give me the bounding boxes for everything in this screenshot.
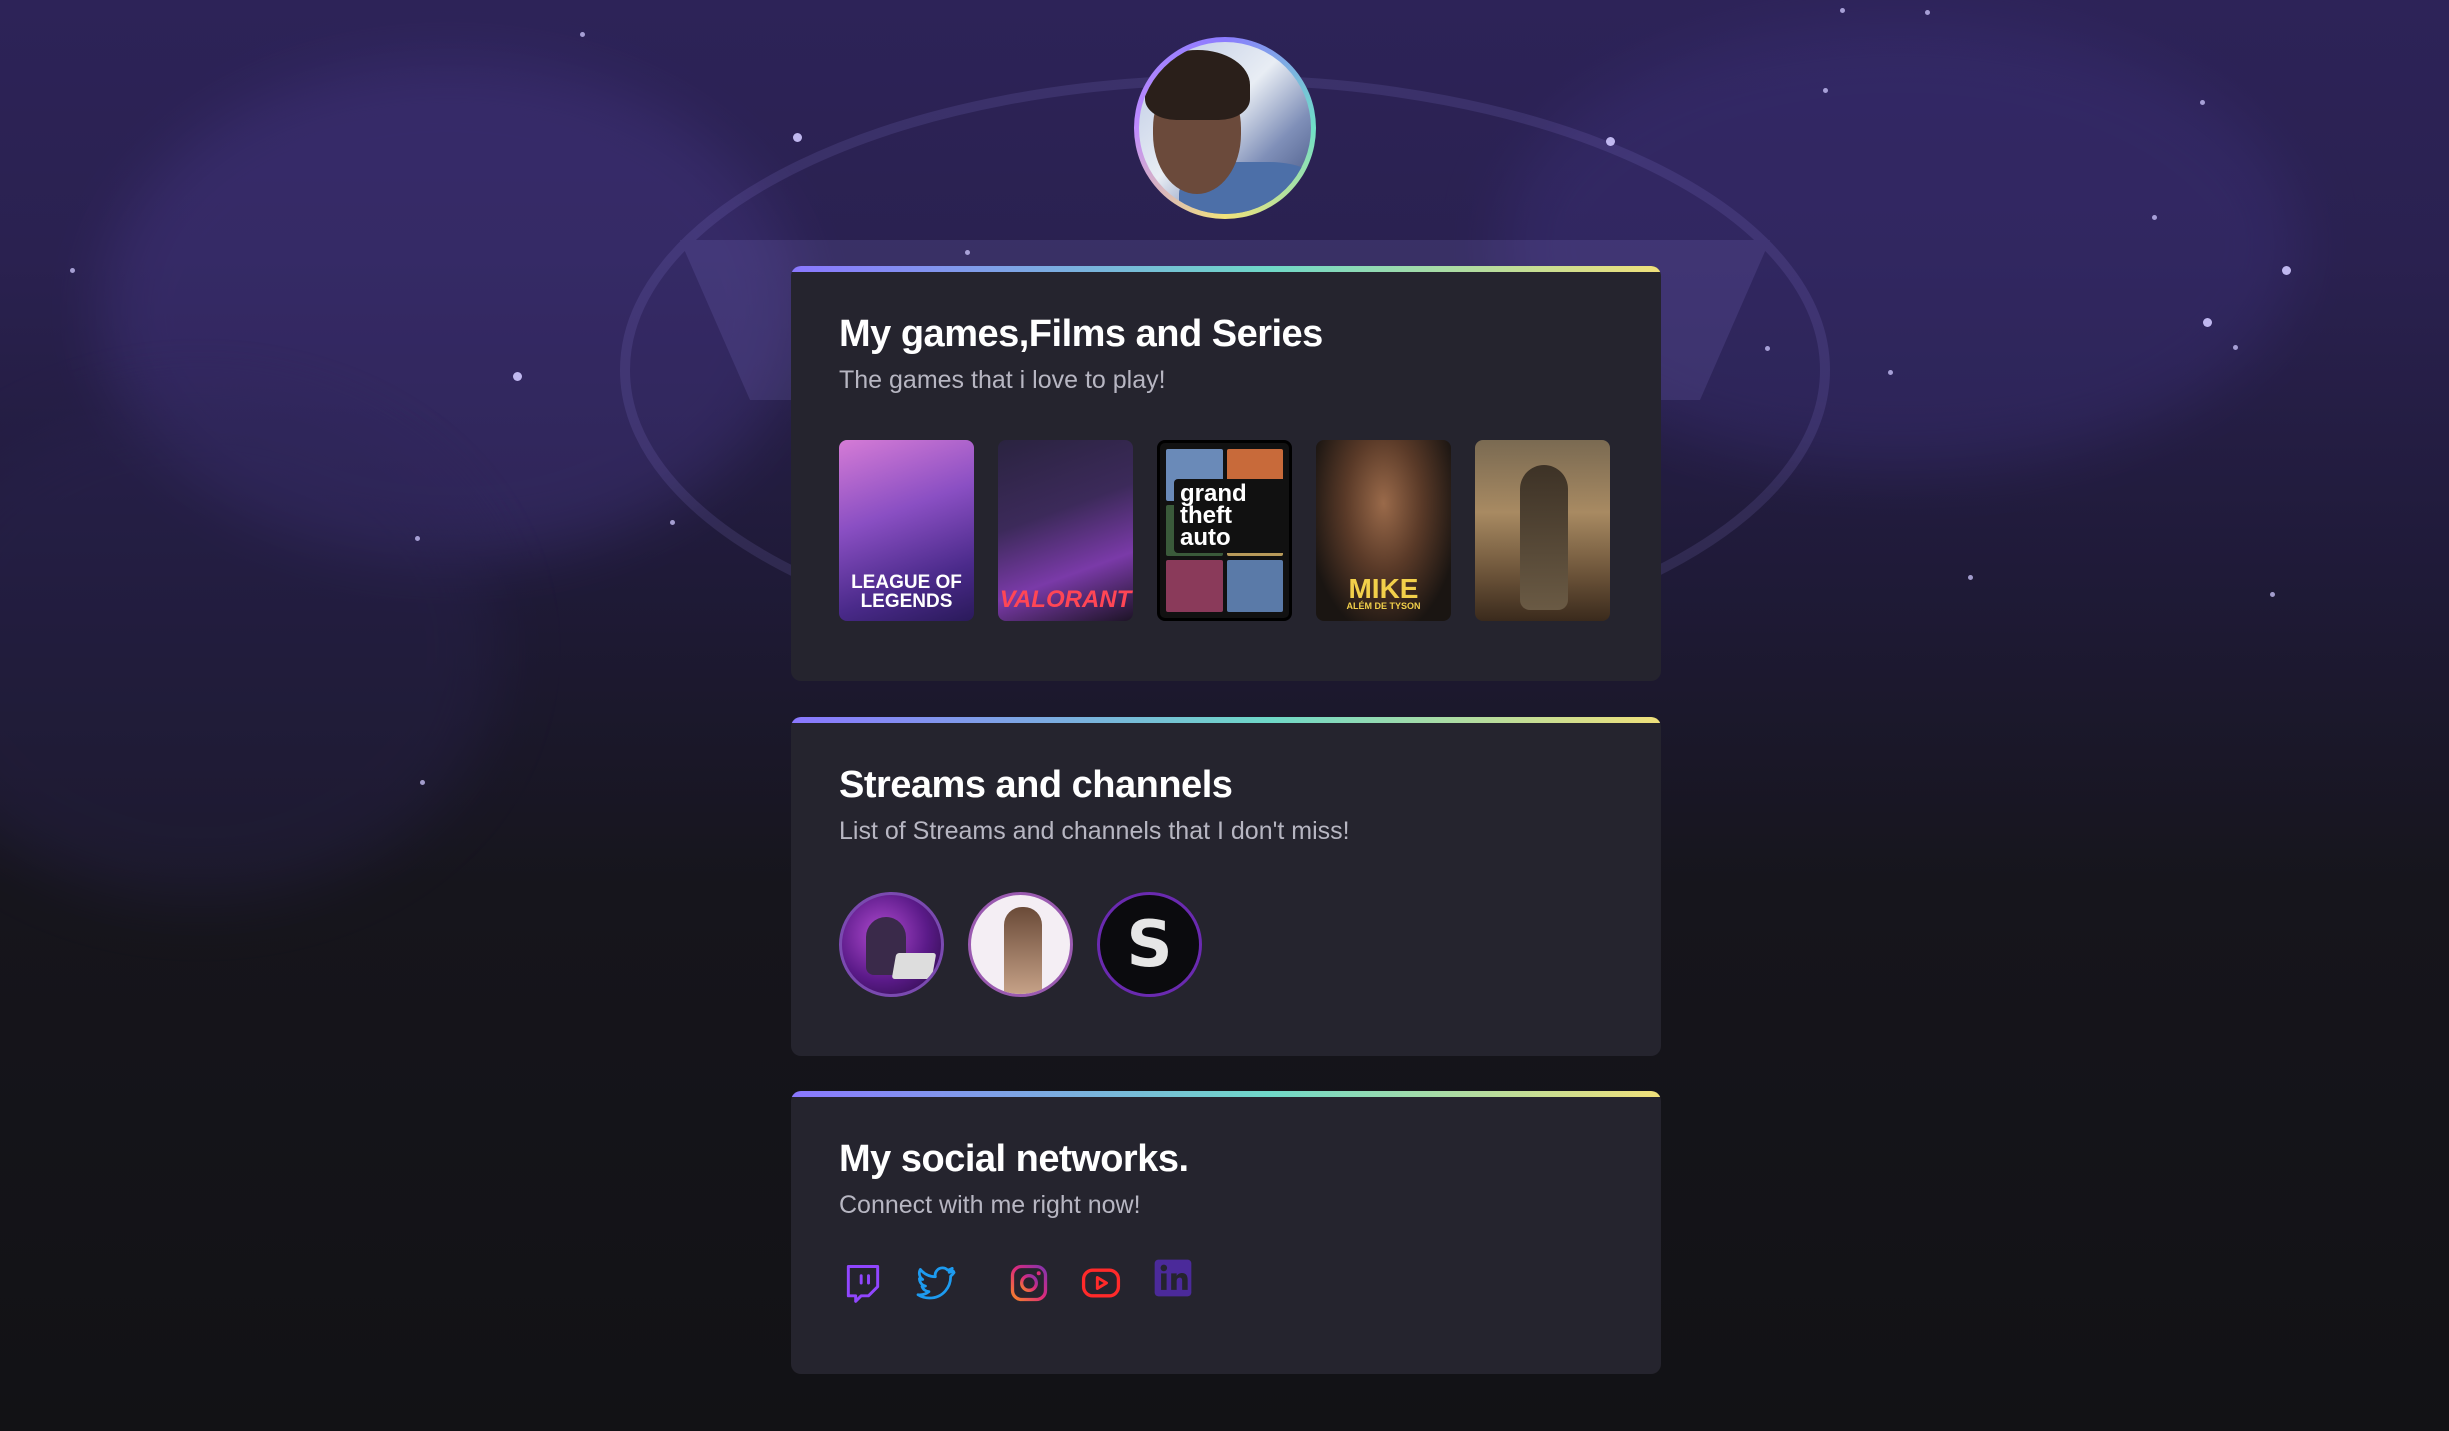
s-logo-icon: S bbox=[1126, 907, 1173, 982]
channel-avatar-s-logo[interactable]: S bbox=[1097, 892, 1202, 997]
poster-art bbox=[1520, 465, 1568, 610]
games-subtitle: The games that i love to play! bbox=[839, 366, 1166, 394]
profile-photo-icon bbox=[1139, 42, 1311, 214]
laptop-icon bbox=[891, 953, 937, 979]
poster-title: MIKE bbox=[1348, 573, 1419, 604]
social-subtitle: Connect with me right now! bbox=[839, 1191, 1141, 1219]
poster-league-of-legends[interactable]: LEAGUE OF LEGENDS bbox=[839, 440, 974, 621]
instagram-icon bbox=[1010, 1264, 1048, 1302]
youtube-link[interactable] bbox=[1079, 1261, 1123, 1305]
linkedin-icon bbox=[1154, 1259, 1192, 1297]
streams-card: Streams and channels List of Streams and… bbox=[791, 717, 1661, 1056]
streams-title: Streams and channels bbox=[839, 764, 1233, 806]
social-title: My social networks. bbox=[839, 1138, 1189, 1180]
channel-avatar-fighter[interactable] bbox=[968, 892, 1073, 997]
linkedin-link[interactable] bbox=[1151, 1256, 1195, 1300]
games-title: My games,Films and Series bbox=[839, 313, 1323, 355]
profile-avatar[interactable] bbox=[1134, 37, 1316, 219]
games-poster-list: LEAGUE OF LEGENDS VALORANT grand theft a… bbox=[839, 440, 1610, 621]
twitch-link[interactable] bbox=[841, 1261, 885, 1305]
poster-gta-v[interactable]: grand theft auto bbox=[1157, 440, 1292, 621]
channel-avatar-streamer[interactable] bbox=[839, 892, 944, 997]
poster-mike[interactable]: MIKE ALÉM DE TYSON bbox=[1316, 440, 1451, 621]
poster-label: MIKE ALÉM DE TYSON bbox=[1346, 575, 1421, 621]
poster-film[interactable] bbox=[1475, 440, 1610, 621]
twitter-link[interactable] bbox=[913, 1261, 957, 1305]
poster-label: LEAGUE OF LEGENDS bbox=[851, 572, 962, 612]
streams-subtitle: List of Streams and channels that I don'… bbox=[839, 817, 1350, 845]
poster-label: VALORANT bbox=[999, 586, 1132, 613]
instagram-link[interactable] bbox=[1007, 1261, 1051, 1305]
poster-subtitle: ALÉM DE TYSON bbox=[1346, 601, 1421, 611]
twitch-icon bbox=[846, 1265, 880, 1303]
social-link-list bbox=[841, 1259, 1223, 1305]
poster-label: grand theft auto bbox=[1174, 479, 1289, 553]
poster-valorant[interactable]: VALORANT bbox=[998, 440, 1133, 621]
twitter-icon bbox=[916, 1266, 956, 1300]
social-card: My social networks. Connect with me righ… bbox=[791, 1091, 1661, 1374]
youtube-icon bbox=[1081, 1268, 1121, 1298]
channel-list: S bbox=[839, 892, 1202, 997]
games-card: My games,Films and Series The games that… bbox=[791, 266, 1661, 681]
